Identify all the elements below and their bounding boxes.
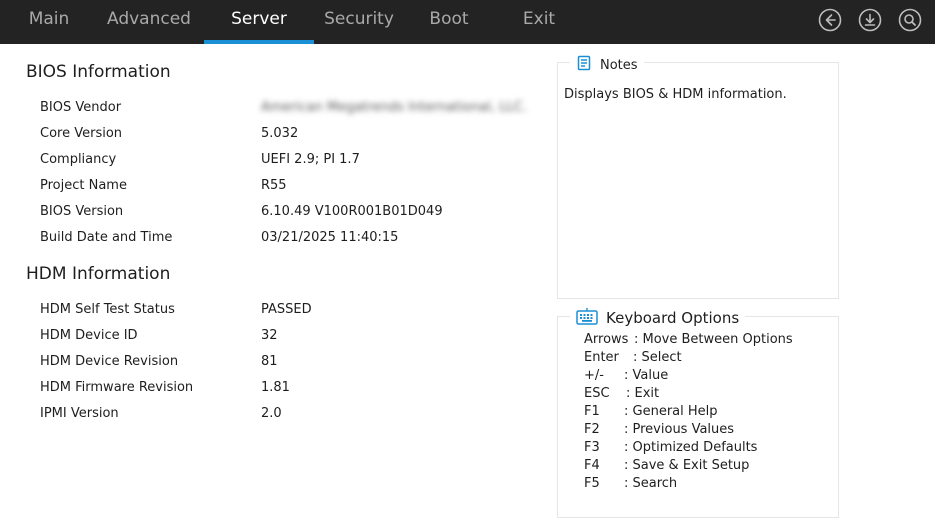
hdm-device-revision-label: HDM Device Revision: [40, 354, 179, 369]
build-date-label: Build Date and Time: [40, 230, 173, 245]
notes-title: Notes: [600, 57, 638, 73]
kb-key-f3: F3: [584, 440, 600, 455]
tab-main[interactable]: Main: [18, 0, 80, 40]
notes-icon: [576, 55, 592, 75]
notes-text: Displays BIOS & HDM information.: [564, 87, 787, 102]
project-name-label: Project Name: [40, 178, 127, 193]
tab-server[interactable]: Server: [204, 0, 314, 40]
keyboard-icon: [576, 307, 598, 329]
kb-desc-f4: : Save & Exit Setup: [624, 458, 750, 473]
kb-desc-plus-minus: : Value: [624, 368, 669, 383]
kb-desc-f2: : Previous Values: [624, 422, 735, 437]
kb-key-f5: F5: [584, 476, 600, 491]
kb-desc-enter: : Select: [633, 350, 682, 365]
hdm-device-revision-value: 81: [261, 354, 278, 369]
kb-key-f1: F1: [584, 404, 600, 419]
keyboard-options-panel: Keyboard Options Arrows : Move Between O…: [557, 307, 839, 518]
bios-information-title: BIOS Information: [26, 62, 171, 82]
keyboard-options-header: Keyboard Options: [570, 307, 746, 329]
active-tab-indicator: [204, 40, 314, 44]
kb-key-f4: F4: [584, 458, 600, 473]
tab-exit[interactable]: Exit: [508, 0, 570, 40]
bios-version-label: BIOS Version: [40, 204, 124, 219]
back-arrow-icon[interactable]: [818, 8, 842, 32]
hdm-device-id-value: 32: [261, 328, 278, 343]
bios-version-value: 6.10.49 V100R001B01D049: [261, 204, 443, 219]
bios-vendor-label: BIOS Vendor: [40, 100, 122, 115]
kb-key-enter: Enter: [584, 350, 619, 365]
kb-desc-f3: : Optimized Defaults: [624, 440, 758, 455]
kb-desc-f5: : Search: [624, 476, 678, 491]
tab-security[interactable]: Security: [318, 0, 400, 40]
search-icon[interactable]: [898, 8, 922, 32]
top-nav-bar: Main Advanced Server Security Boot Exit: [0, 0, 935, 44]
tab-advanced[interactable]: Advanced: [100, 0, 198, 40]
hdm-firmware-revision-label: HDM Firmware Revision: [40, 380, 194, 395]
core-version-value: 5.032: [261, 126, 299, 141]
notes-panel: Notes Displays BIOS & HDM information.: [557, 55, 839, 299]
hdm-self-test-value: PASSED: [261, 302, 312, 317]
tab-boot[interactable]: Boot: [418, 0, 480, 40]
kb-desc-f1: : General Help: [624, 404, 718, 419]
compliancy-value: UEFI 2.9; PI 1.7: [261, 152, 360, 167]
compliancy-label: Compliancy: [40, 152, 117, 167]
kb-key-esc: ESC: [584, 386, 610, 401]
ipmi-version-label: IPMI Version: [40, 406, 119, 421]
project-name-value: R55: [261, 178, 287, 193]
notes-header: Notes: [570, 55, 644, 75]
download-icon[interactable]: [858, 8, 882, 32]
build-date-value: 03/21/2025 11:40:15: [261, 230, 399, 245]
kb-key-plus-minus: +/-: [584, 368, 604, 383]
hdm-device-id-label: HDM Device ID: [40, 328, 138, 343]
core-version-label: Core Version: [40, 126, 123, 141]
hdm-firmware-revision-value: 1.81: [261, 380, 290, 395]
keyboard-options-title: Keyboard Options: [606, 309, 740, 327]
kb-key-f2: F2: [584, 422, 600, 437]
ipmi-version-value: 2.0: [261, 406, 282, 421]
hdm-self-test-label: HDM Self Test Status: [40, 302, 175, 317]
kb-desc-esc: : Exit: [626, 386, 660, 401]
bios-vendor-value: American Megatrends International, LLC.: [261, 100, 527, 115]
hdm-information-title: HDM Information: [26, 264, 171, 284]
kb-key-arrows: Arrows: [584, 332, 629, 347]
kb-desc-arrows: : Move Between Options: [634, 332, 793, 347]
